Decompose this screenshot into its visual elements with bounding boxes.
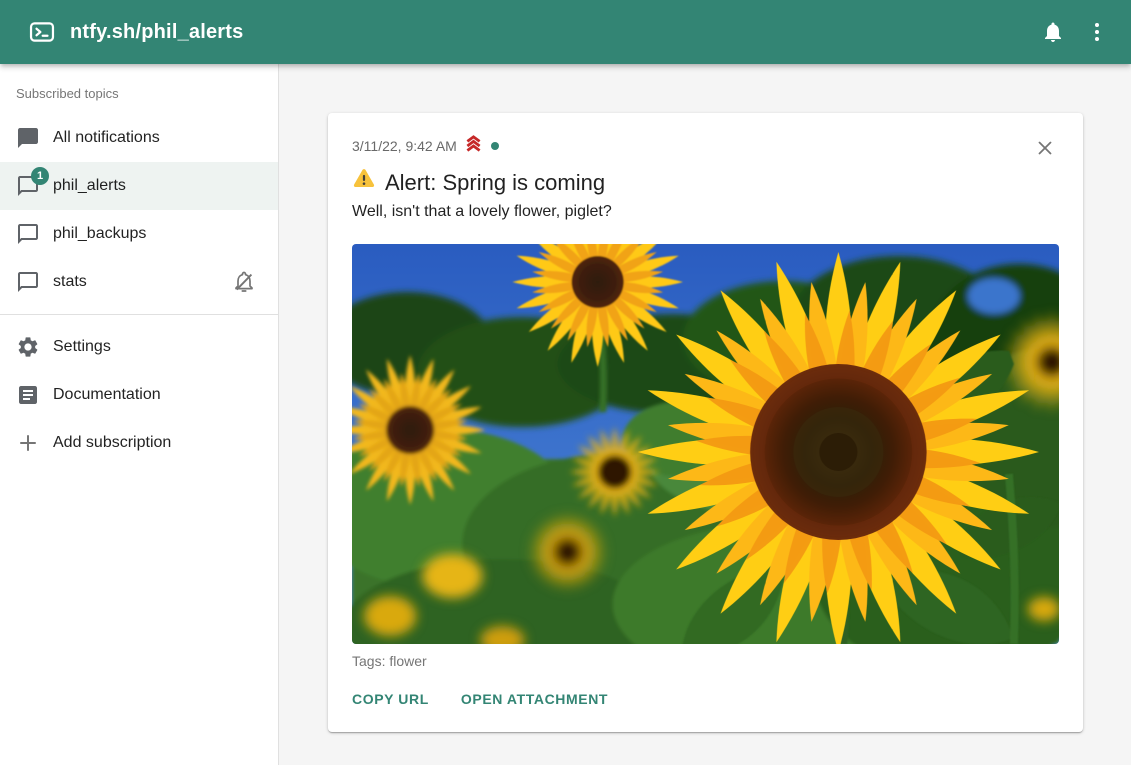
attachment-image[interactable]	[352, 244, 1059, 644]
sidebar-item-phil-alerts[interactable]: 1 phil_alerts	[0, 162, 278, 210]
page-title: ntfy.sh/phil_alerts	[70, 21, 243, 44]
chat-bubble-outline-icon: 1	[16, 174, 40, 198]
sidebar: Subscribed topics All notifications 1 ph…	[0, 64, 279, 765]
chat-bubble-filled-icon	[16, 126, 40, 150]
unread-count-badge: 1	[31, 167, 49, 185]
open-attachment-button[interactable]: OPEN ATTACHMENT	[453, 682, 616, 716]
tags-label: Tags: flower	[352, 652, 1059, 670]
subscribed-topics-label: Subscribed topics	[0, 70, 278, 114]
sidebar-item-label: Add subscription	[53, 434, 171, 452]
notification-card: 3/11/22, 9:42 AM Alert: Spring is coming	[328, 113, 1083, 732]
more-vert-icon	[1085, 20, 1109, 44]
bell-icon	[1041, 20, 1065, 44]
article-icon	[16, 383, 40, 407]
notifications-button[interactable]	[1031, 10, 1075, 54]
sidebar-item-add-subscription[interactable]: Add subscription	[0, 419, 278, 467]
sidebar-item-label: stats	[53, 273, 87, 291]
close-icon	[1034, 137, 1056, 159]
sidebar-item-settings[interactable]: Settings	[0, 323, 278, 371]
plus-icon	[16, 431, 40, 455]
card-actions: COPY URL OPEN ATTACHMENT	[344, 682, 1059, 716]
timestamp: 3/11/22, 9:42 AM	[352, 136, 457, 156]
close-notification-button[interactable]	[1023, 126, 1067, 170]
unread-dot-icon	[491, 142, 499, 150]
priority-max-icon	[463, 133, 484, 159]
ntfy-terminal-logo-icon	[28, 18, 56, 46]
notification-meta-row: 3/11/22, 9:42 AM	[352, 133, 1059, 159]
copy-url-button[interactable]: COPY URL	[344, 682, 437, 716]
overflow-menu-button[interactable]	[1075, 10, 1119, 54]
sidebar-item-label: phil_alerts	[53, 177, 126, 195]
notification-title: Alert: Spring is coming	[385, 168, 605, 198]
chat-bubble-outline-icon	[16, 270, 40, 294]
sidebar-item-all-notifications[interactable]: All notifications	[0, 114, 278, 162]
app-bar: ntfy.sh/phil_alerts	[0, 0, 1131, 64]
chat-bubble-outline-icon	[16, 222, 40, 246]
settings-gear-icon	[16, 335, 40, 359]
sidebar-item-label: phil_backups	[53, 225, 146, 243]
sidebar-item-stats[interactable]: stats	[0, 258, 278, 306]
sidebar-item-label: Documentation	[53, 386, 161, 404]
sidebar-item-label: All notifications	[53, 129, 160, 147]
sidebar-item-documentation[interactable]: Documentation	[0, 371, 278, 419]
sidebar-divider	[0, 314, 278, 315]
sidebar-item-label: Settings	[53, 338, 111, 356]
notification-title-row: Alert: Spring is coming	[352, 167, 1059, 198]
notification-body: Well, isn't that a lovely flower, piglet…	[352, 200, 1059, 224]
warning-emoji-icon	[352, 167, 376, 198]
main-content: 3/11/22, 9:42 AM Alert: Spring is coming	[280, 64, 1131, 765]
notifications-off-icon	[232, 270, 256, 294]
sidebar-item-phil-backups[interactable]: phil_backups	[0, 210, 278, 258]
